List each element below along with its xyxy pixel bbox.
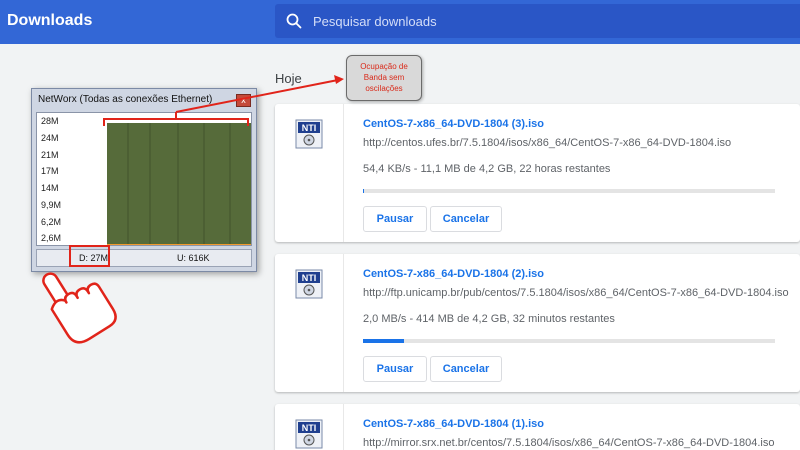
y-tick-label: 17M	[41, 166, 59, 176]
y-tick-label: 14M	[41, 183, 59, 193]
callout-line: oscilações	[365, 84, 403, 93]
cancel-button[interactable]: Cancelar	[430, 206, 502, 232]
pause-button[interactable]: Pausar	[363, 356, 427, 382]
callout-line: Banda sem	[363, 73, 405, 82]
divider	[343, 254, 344, 392]
file-url[interactable]: http://mirror.srx.net.br/centos/7.5.1804…	[363, 437, 775, 449]
networx-window[interactable]: NetWorx (Todas as conexões Ethernet) x 2…	[31, 88, 257, 272]
progress-bar	[363, 189, 775, 193]
download-item: NTI CentOS-7-x86_64-DVD-1804 (3).iso htt…	[275, 104, 800, 242]
progress-fill	[363, 339, 405, 343]
bandwidth-graph: 28M 24M 21M 17M 14M 9,9M 6,2M 2,6M	[36, 112, 252, 246]
y-tick-label: 9,9M	[41, 200, 62, 210]
file-url[interactable]: http://ftp.unicamp.br/pub/centos/7.5.180…	[363, 287, 789, 299]
file-url[interactable]: http://centos.ufes.br/7.5.1804/isos/x86_…	[363, 137, 731, 149]
file-name-link[interactable]: CentOS-7-x86_64-DVD-1804 (3).iso	[363, 118, 544, 130]
arrow-head	[334, 75, 344, 84]
annotation-callout: Ocupação de Banda sem oscilações	[346, 55, 422, 101]
search-input[interactable]	[313, 11, 733, 31]
y-tick-label: 28M	[41, 116, 59, 126]
svg-text:NTI: NTI	[302, 423, 317, 433]
upload-line	[107, 244, 251, 245]
download-area	[107, 123, 251, 245]
cancel-button[interactable]: Cancelar	[430, 356, 502, 382]
file-name-link[interactable]: CentOS-7-x86_64-DVD-1804 (2).iso	[363, 268, 544, 280]
nti-file-icon: NTI	[295, 269, 323, 299]
graph-stripe	[203, 123, 205, 245]
graph-stripe	[229, 123, 231, 245]
y-tick-label: 21M	[41, 150, 59, 160]
page-title: Downloads	[7, 12, 93, 29]
download-item: NTI CentOS-7-x86_64-DVD-1804 (2).iso htt…	[275, 254, 800, 392]
download-item: NTI CentOS-7-x86_64-DVD-1804 (1).iso htt…	[275, 404, 800, 450]
download-status: 54,4 KB/s - 11,1 MB de 4,2 GB, 22 horas …	[363, 163, 611, 175]
nti-file-icon: NTI	[295, 119, 323, 149]
search-icon	[286, 13, 302, 29]
file-name-link[interactable]: CentOS-7-x86_64-DVD-1804 (1).iso	[363, 418, 544, 430]
graph-stripe	[149, 123, 151, 245]
networx-title: NetWorx (Todas as conexões Ethernet)	[38, 94, 213, 105]
svg-text:NTI: NTI	[302, 273, 317, 283]
y-tick-label: 6,2M	[41, 217, 62, 227]
graph-stripe	[127, 123, 129, 245]
divider	[343, 104, 344, 242]
divider	[343, 404, 344, 450]
graph-stripe	[177, 123, 179, 245]
svg-text:NTI: NTI	[302, 123, 317, 133]
pause-button[interactable]: Pausar	[363, 206, 427, 232]
y-tick-label: 2,6M	[41, 233, 62, 243]
search-box[interactable]	[275, 4, 800, 38]
close-button[interactable]: x	[236, 94, 251, 107]
download-highlight-box	[69, 245, 110, 267]
y-tick-label: 24M	[41, 133, 59, 143]
download-status: 2,0 MB/s - 414 MB de 4,2 GB, 32 minutos …	[363, 313, 615, 325]
date-section-label: Hoje	[275, 71, 302, 86]
progress-fill	[363, 189, 365, 193]
nti-file-icon: NTI	[295, 419, 323, 449]
callout-line: Ocupação de	[360, 62, 408, 71]
progress-bar	[363, 339, 775, 343]
upload-total: U: 616K	[177, 253, 210, 263]
top-bar: Downloads	[0, 0, 800, 44]
